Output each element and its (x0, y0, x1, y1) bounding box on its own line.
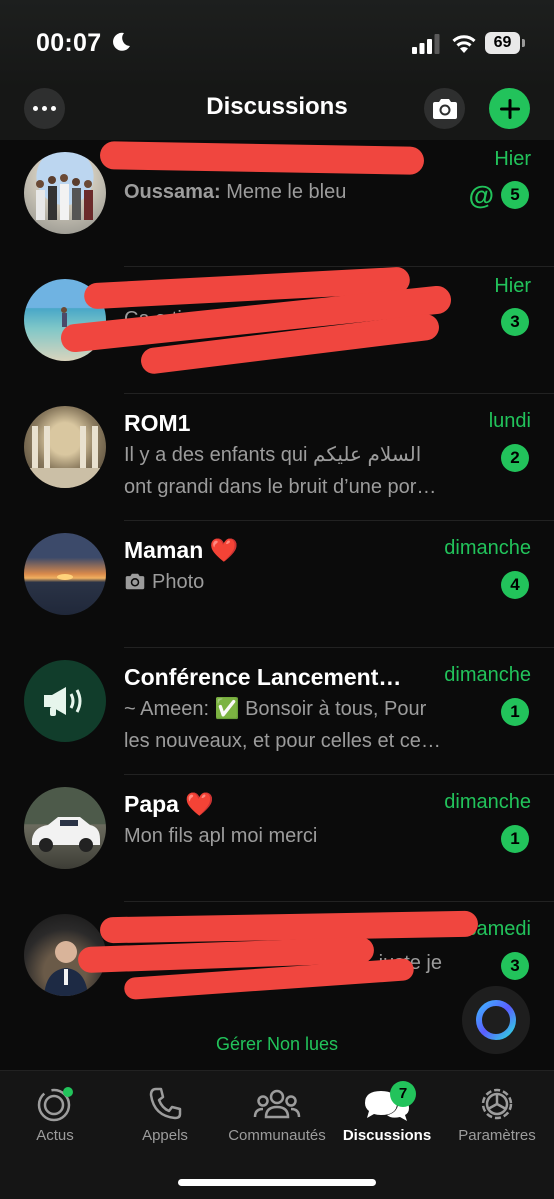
tab-label: Communautés (228, 1127, 326, 1144)
unread-badge: 1 (501, 698, 529, 726)
status-time: 00:07 (36, 29, 102, 57)
redaction-mark (99, 910, 479, 944)
page-title: Discussions (206, 93, 348, 120)
sunset-photo-icon (57, 574, 73, 580)
chat-row[interactable]: Hier Oussama: Meme le bleu @ 5 (0, 140, 554, 267)
settings-icon (481, 1088, 513, 1120)
tab-label: Paramètres (458, 1127, 536, 1144)
home-indicator (178, 1179, 376, 1186)
chat-row[interactable]: Conférence Lancement… dimanche ~ Ameen: … (0, 648, 554, 775)
chat-date: dimanche (444, 791, 531, 813)
chat-name: Papa ❤️ (124, 791, 215, 817)
unread-badge: 4 (501, 571, 529, 599)
unread-badge: 3 (501, 308, 529, 336)
chat-date: lundi (488, 410, 531, 432)
avatar (24, 152, 106, 234)
tab-label: Discussions (342, 1127, 432, 1144)
group-photo-icon (36, 174, 93, 220)
tab-parametres[interactable]: Paramètres (442, 1085, 552, 1144)
preview-line: ~ Ameen: ✅ Bonsoir à tous, Pour (124, 698, 427, 720)
wifi-icon (452, 35, 476, 53)
unread-badge: 3 (501, 952, 529, 980)
battery-level: 69 (485, 32, 520, 54)
status-icon (37, 1087, 73, 1122)
plus-icon (499, 98, 520, 119)
chat-preview: ~ Ameen: ✅ Bonsoir à tous, Pour les nouv… (124, 693, 484, 757)
preview-text: Photo (152, 571, 205, 593)
preview-sender: Oussama: (124, 181, 221, 203)
new-chat-button[interactable] (489, 88, 530, 129)
camera-button[interactable] (424, 88, 465, 129)
chat-row[interactable]: Maman ❤️ dimanche Photo 4 (0, 521, 554, 648)
status-bar: 00:07 69 (0, 0, 554, 88)
avatar (24, 533, 106, 615)
tab-appels[interactable]: Appels (110, 1085, 220, 1144)
mention-indicator: @ (468, 180, 494, 210)
preview-line: Il y a des enfants qui السلام عليكم (124, 444, 422, 466)
tab-badge: 7 (390, 1081, 416, 1107)
battery-indicator: 69 (485, 32, 525, 54)
moon-icon (113, 32, 130, 51)
chat-date: dimanche (444, 537, 531, 559)
preview-line: les nouveaux, et pour celles et ce… (124, 730, 441, 752)
chat-preview: Oussama: Meme le bleu (124, 176, 484, 208)
megaphone-icon (44, 687, 82, 716)
unread-badge: 5 (501, 181, 529, 209)
tab-label: Appels (142, 1127, 188, 1144)
chat-row[interactable]: ROM1 lundi Il y a des enfants qui السلام… (0, 394, 554, 521)
chat-row[interactable]: Hier Ca a ti... ap... 3 (0, 266, 554, 394)
chat-preview: Mon fils apl moi merci (124, 825, 318, 847)
chat-date: dimanche (444, 664, 531, 686)
chat-row[interactable]: Papa ❤️ dimanche Mon fils apl moi merci … (0, 775, 554, 902)
avatar (24, 787, 106, 869)
preview-line: ont grandi dans le bruit d’une por… (124, 476, 437, 498)
car-photo-icon (32, 817, 100, 852)
avatar (24, 406, 106, 488)
chat-name: Conférence Lancement… (124, 664, 402, 690)
phone-icon (149, 1087, 182, 1120)
mosque-photo-icon (24, 426, 106, 488)
redaction-mark (99, 141, 425, 175)
preview-text: Meme le bleu (220, 181, 347, 203)
tab-label: Actus (36, 1127, 74, 1144)
chat-date: Hier (494, 275, 531, 297)
chat-preview: Photo (124, 566, 484, 598)
top-bar: Discussions (0, 88, 554, 140)
chat-name: ROM1 (124, 410, 191, 436)
signal-icon (412, 34, 440, 54)
unread-badge: 2 (501, 444, 529, 472)
manage-unread-link[interactable]: Gérer Non lues (0, 1034, 554, 1055)
chat-date: Hier (494, 148, 531, 170)
chat-name: Maman ❤️ (124, 537, 239, 563)
tab-communautes[interactable]: Communautés (222, 1085, 332, 1144)
tab-discussions[interactable]: 7 Discussions (332, 1081, 442, 1144)
camera-icon (432, 98, 457, 119)
communities-icon (253, 1089, 301, 1119)
avatar (24, 660, 106, 742)
chat-preview: Il y a des enfants qui السلام عليكم ont … (124, 439, 484, 503)
camera-icon (125, 573, 145, 590)
unread-badge: 1 (501, 825, 529, 853)
tab-actus[interactable]: Actus (0, 1085, 110, 1144)
